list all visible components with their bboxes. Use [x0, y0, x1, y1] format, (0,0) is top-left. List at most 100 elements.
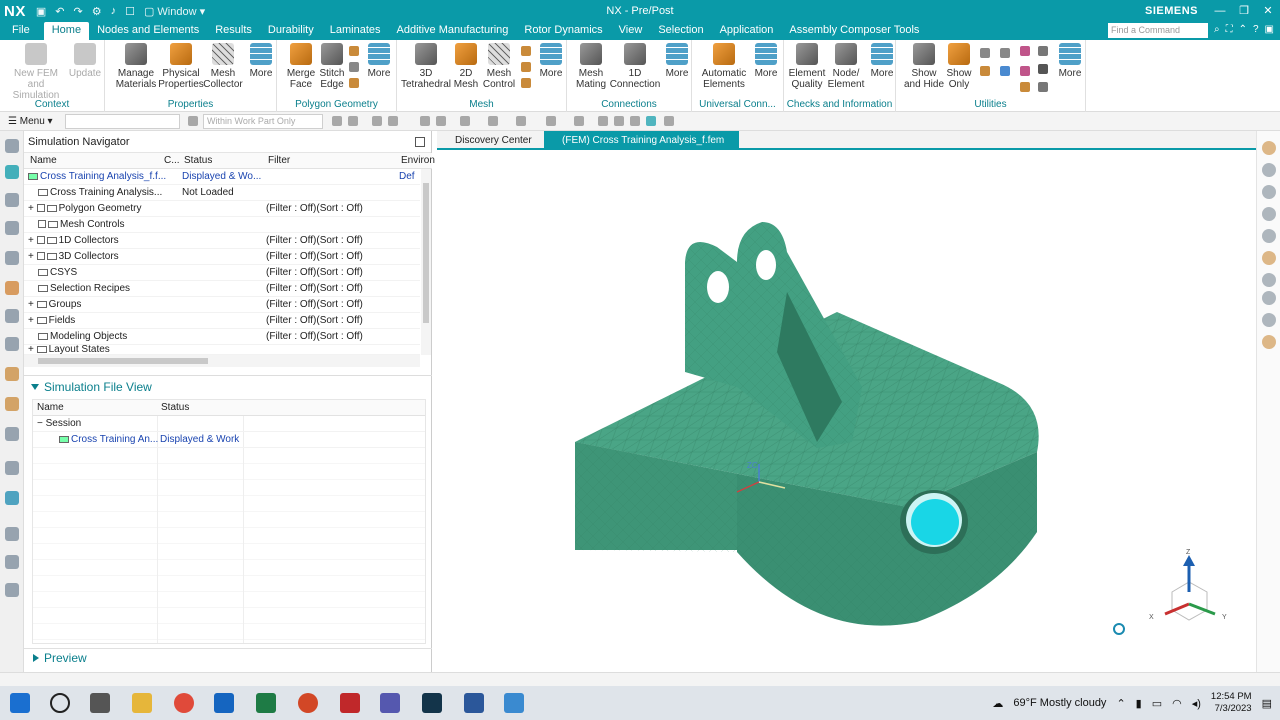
new-fem-button[interactable]: New FEM and Simulation [6, 43, 66, 101]
tree-row[interactable]: + 3D Collectors (Filter : Off)(Sort : Off… [24, 249, 420, 265]
rotate-icon[interactable] [1262, 207, 1276, 221]
nx-taskbar-icon[interactable] [340, 693, 360, 713]
tab-home[interactable]: Home [43, 22, 90, 40]
2d-mesh-button[interactable]: 2D Mesh [451, 43, 481, 90]
graphics-window[interactable]: ZC Z X Y [437, 152, 1260, 672]
utility-tool-icon[interactable] [1038, 82, 1048, 92]
snap-point-icon[interactable] [664, 116, 674, 126]
fit-icon[interactable] [1262, 163, 1276, 177]
mic-icon[interactable]: ♪ [111, 5, 117, 17]
tab-selection[interactable]: Selection [650, 22, 711, 40]
system-materials-icon[interactable] [5, 461, 19, 475]
polygon-tool-icon[interactable] [349, 78, 359, 88]
tree-row[interactable]: + Groups (Filter : Off)(Sort : Off) [24, 297, 420, 313]
visibility-checkbox[interactable] [36, 204, 45, 213]
mesh-mating-button[interactable]: Mesh Mating [573, 43, 609, 90]
discovery-icon[interactable] [5, 491, 19, 505]
snap-point-icon[interactable] [598, 116, 608, 126]
collapse-icon[interactable]: ⌃ [1239, 24, 1247, 35]
tree-row[interactable]: + 1D Collectors (Filter : Off)(Sort : Off… [24, 233, 420, 249]
tab-discovery-center[interactable]: Discovery Center [437, 131, 542, 150]
display-icon[interactable] [488, 116, 498, 126]
femap-icon[interactable] [422, 693, 442, 713]
process-studio-icon[interactable] [5, 397, 19, 411]
word-icon[interactable] [464, 693, 484, 713]
col-name[interactable]: Name [37, 402, 64, 413]
notifications-icon[interactable]: ▤ [1262, 697, 1272, 710]
visibility-checkbox[interactable] [36, 252, 45, 261]
manage-materials-button[interactable]: Manage Materials [111, 43, 161, 90]
utility-tool-icon[interactable] [980, 66, 990, 76]
search-icon[interactable] [50, 693, 70, 713]
col-name[interactable]: Name [30, 155, 57, 166]
display-icon[interactable] [460, 116, 470, 126]
tab-laminates[interactable]: Laminates [322, 22, 389, 40]
layer-icon[interactable] [1262, 335, 1276, 349]
element-quality-button[interactable]: Element Quality [788, 43, 826, 90]
utility-tool-icon[interactable] [1038, 46, 1048, 56]
hd3d-tools-icon[interactable] [5, 309, 19, 323]
mesh-tool-icon[interactable] [521, 46, 531, 56]
weather-icon[interactable]: ☁ [992, 697, 1003, 710]
help-icon[interactable] [1262, 291, 1276, 305]
polygon-tool-icon[interactable] [349, 62, 359, 72]
undo-icon[interactable]: ↶ [55, 5, 64, 18]
snap-point-icon[interactable] [630, 116, 640, 126]
show-and-hide-button[interactable]: Show and Hide [902, 43, 946, 90]
tree-row[interactable]: Cross Training Analysis_f.f... Displayed … [24, 169, 420, 185]
help-icon[interactable]: ? [1253, 24, 1259, 35]
utility-tool-icon[interactable] [980, 48, 990, 58]
checks-more-button[interactable]: More [868, 43, 896, 79]
fullscreen-icon[interactable]: ⛶ [1226, 24, 1233, 35]
start-icon[interactable] [10, 693, 30, 713]
tab-nodes-elements[interactable]: Nodes and Elements [89, 22, 207, 40]
wifi-icon[interactable]: ◠ [1172, 697, 1182, 710]
powerpoint-icon[interactable] [298, 693, 318, 713]
display-icon[interactable] [516, 116, 526, 126]
menu-button[interactable]: ☰ Menu ▾ [0, 116, 53, 127]
utility-tool-icon[interactable] [1020, 82, 1030, 92]
visibility-checkbox[interactable] [36, 236, 45, 245]
tree-row[interactable]: Modeling Objects (Filter : Off)(Sort : Of… [24, 329, 420, 345]
snap-icon[interactable] [348, 116, 358, 126]
teams-icon[interactable] [380, 693, 400, 713]
weather-label[interactable]: 69°F Mostly cloudy [1013, 697, 1106, 709]
mesh-collector-button[interactable]: Mesh Collector [203, 43, 243, 90]
visibility-checkbox[interactable] [38, 220, 46, 229]
close-icon[interactable]: ✕ [1256, 0, 1280, 22]
analytics-icon[interactable] [5, 555, 19, 569]
restore-icon[interactable]: ❐ [1232, 0, 1256, 22]
polygon-more-button[interactable]: More [365, 43, 393, 79]
merge-face-button[interactable]: Merge Face [283, 43, 319, 90]
file-explorer-icon[interactable] [132, 693, 152, 713]
tree-row[interactable]: + Layout States [24, 345, 420, 355]
mesh-tool-icon[interactable] [521, 62, 531, 72]
3d-tetrahedral-button[interactable]: 3D Tetrahedral [401, 43, 451, 90]
chrome-icon[interactable] [174, 693, 194, 713]
1d-connection-button[interactable]: 1D Connection [610, 43, 660, 90]
outlook-icon[interactable] [214, 693, 234, 713]
display-icon[interactable] [574, 116, 584, 126]
snap-icon[interactable] [332, 116, 342, 126]
history-icon[interactable] [5, 367, 19, 381]
automatic-elements-button[interactable]: Automatic Elements [698, 43, 750, 90]
snap-icon[interactable] [372, 116, 382, 126]
tab-fem-file[interactable]: (FEM) Cross Training Analysis_f.fem ✕ [544, 131, 739, 165]
polygon-tool-icon[interactable] [349, 46, 359, 56]
physical-properties-button[interactable]: Physical Properties [158, 43, 204, 90]
file-menu[interactable]: File [0, 22, 44, 40]
col-environment[interactable]: Environ [401, 155, 435, 166]
scrollbar-thumb[interactable] [423, 183, 429, 323]
tree-row[interactable]: CSYS (Filter : Off)(Sort : Off) [24, 265, 420, 281]
minimize-icon[interactable]: — [1208, 0, 1232, 22]
web-browser-icon[interactable] [5, 337, 19, 351]
snap-icon[interactable] [420, 116, 430, 126]
assembly-navigator-icon[interactable] [5, 221, 19, 235]
excel-icon[interactable] [256, 693, 276, 713]
properties-more-button[interactable]: More [247, 43, 275, 79]
snap-point-icon[interactable] [614, 116, 624, 126]
simulation-navigator-icon[interactable] [5, 165, 19, 179]
navigator-vertical-scrollbar[interactable] [421, 169, 431, 355]
col-status[interactable]: Status [184, 155, 212, 166]
utility-tool-icon[interactable] [1020, 66, 1030, 76]
